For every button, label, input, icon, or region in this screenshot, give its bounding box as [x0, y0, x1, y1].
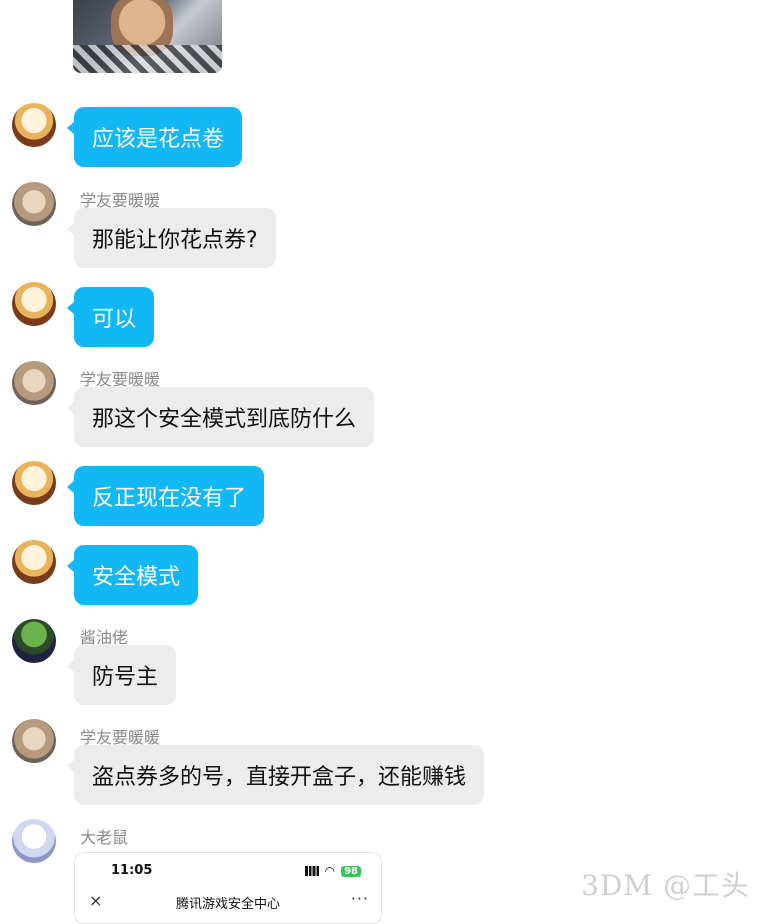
- message-text: 反正现在没有了: [92, 486, 247, 511]
- photo-clothing: [73, 45, 222, 73]
- avatar-self[interactable]: [12, 461, 56, 505]
- screenshot-title: 腾讯游戏安全中心: [175, 897, 280, 912]
- message-text: 防号主: [92, 665, 159, 690]
- message-bubble-self[interactable]: 应该是花点卷: [66, 107, 243, 167]
- avatar-self[interactable]: [12, 103, 56, 147]
- signal-icon: [304, 866, 319, 876]
- message-bubble-self[interactable]: 可以: [66, 287, 155, 347]
- message-bubble-other[interactable]: 那这个安全模式到底防什么: [66, 387, 375, 447]
- message-text: 应该是花点卷: [92, 127, 225, 152]
- avatar-self[interactable]: [12, 540, 56, 584]
- message-text: 可以: [92, 307, 137, 332]
- message-text: 盗点券多的号，直接开盒子，还能赚钱: [92, 765, 467, 790]
- sender-name: 大老鼠: [80, 828, 129, 847]
- message-text: 安全模式: [92, 565, 181, 590]
- phone-time: 11:05: [111, 863, 153, 878]
- avatar-jiangyoulao[interactable]: [12, 619, 56, 663]
- message-bubble-other[interactable]: 那能让你花点券?: [67, 208, 276, 268]
- wifi-icon: ◠: [324, 864, 336, 878]
- message-text: 那这个安全模式到底防什么: [92, 407, 357, 432]
- message-text: 那能让你花点券?: [92, 228, 258, 253]
- message-bubble-self[interactable]: 安全模式: [66, 545, 199, 605]
- shared-screenshot[interactable]: 11:05 ◠ 98 × 腾讯游戏安全中心 ···: [74, 852, 382, 924]
- avatar-dalaoshu[interactable]: [12, 819, 56, 863]
- avatar-xueyou[interactable]: [12, 361, 56, 405]
- message-bubble-self[interactable]: 反正现在没有了: [66, 466, 265, 526]
- avatar-xueyou[interactable]: [12, 182, 56, 226]
- shared-photo[interactable]: [73, 0, 222, 73]
- avatar-self[interactable]: [12, 282, 56, 326]
- more-icon: ···: [350, 889, 369, 908]
- phone-status-bar: ◠ 98: [304, 864, 361, 878]
- battery-icon: 98: [341, 865, 361, 877]
- watermark: 3DM @工头: [581, 869, 750, 902]
- message-bubble-other[interactable]: 盗点券多的号，直接开盒子，还能赚钱: [66, 745, 485, 805]
- message-bubble-other[interactable]: 防号主: [66, 645, 177, 705]
- avatar-xueyou[interactable]: [12, 719, 56, 763]
